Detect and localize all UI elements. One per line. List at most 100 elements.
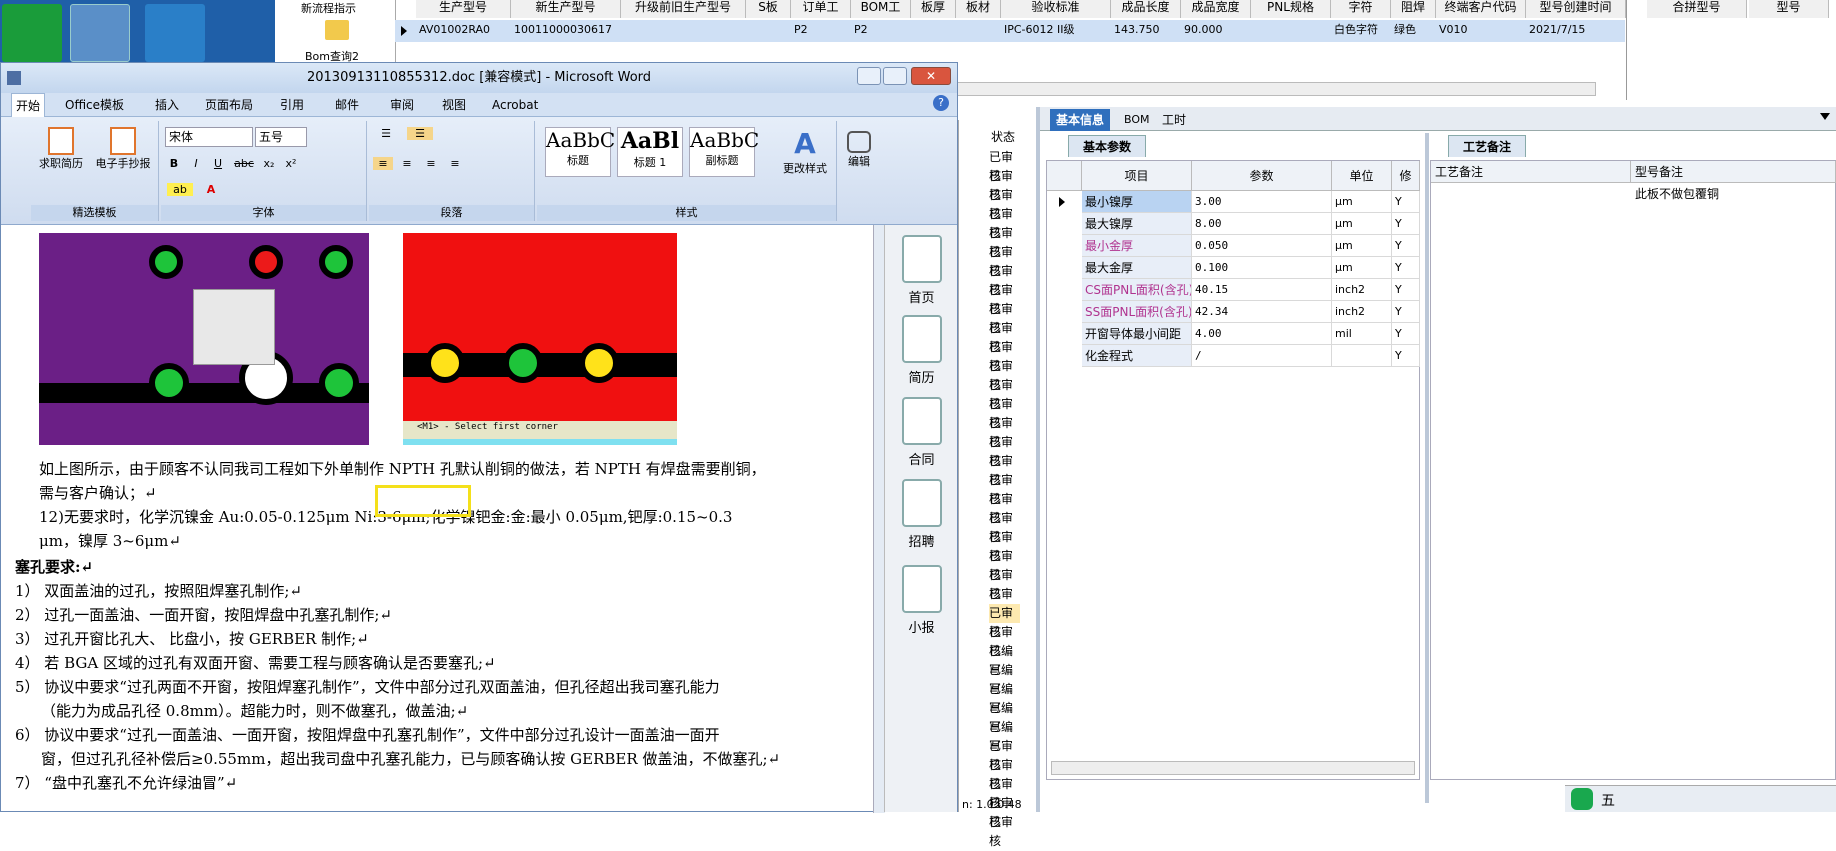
status-cell[interactable]: 已审核 bbox=[989, 756, 1020, 791]
side-nav-item[interactable]: 小报 bbox=[885, 565, 958, 636]
status-cell[interactable]: 已编写 bbox=[989, 699, 1020, 734]
param-item[interactable]: 最小金厚 bbox=[1082, 235, 1192, 257]
param-unit[interactable]: μm bbox=[1332, 257, 1392, 279]
grid-cell[interactable]: IPC-6012 II级 bbox=[1004, 20, 1110, 40]
edit-button[interactable]: 编辑 bbox=[841, 131, 877, 169]
status-cell[interactable]: 已审核 bbox=[989, 395, 1020, 430]
grid-header[interactable]: 成品长度 bbox=[1111, 0, 1181, 18]
grid-header[interactable]: 型号创建时间 bbox=[1526, 0, 1626, 18]
grid-header[interactable]: PNL规格 bbox=[1251, 0, 1331, 18]
doc-line[interactable]: 7） “盘中孔塞孔不允许绿油冒”↵ bbox=[15, 771, 237, 795]
align-left-icon[interactable]: ≡ bbox=[373, 157, 393, 170]
param-unit[interactable]: mil bbox=[1332, 323, 1392, 345]
param-item[interactable]: CS面PNL面积(含孔) bbox=[1082, 279, 1192, 301]
app-icon-disc[interactable] bbox=[70, 4, 130, 62]
grid-header[interactable]: 验收标准 bbox=[1001, 0, 1111, 18]
status-cell[interactable]: 已审核 bbox=[989, 148, 1020, 183]
wps-icon[interactable] bbox=[1571, 788, 1593, 810]
param-flag[interactable]: Y bbox=[1392, 279, 1420, 301]
app-icon-arrows[interactable] bbox=[145, 4, 205, 62]
tab-basic-params[interactable]: 基本参数 bbox=[1068, 135, 1147, 157]
grid-cell[interactable]: 90.000 bbox=[1184, 20, 1250, 40]
ribbon-tab[interactable]: 引用 bbox=[276, 93, 308, 117]
param-item[interactable]: 最大金厚 bbox=[1082, 257, 1192, 279]
status-cell[interactable]: 已审核 bbox=[989, 243, 1020, 278]
ribbon-tab[interactable]: 开始 bbox=[11, 93, 46, 117]
tab-work-hours[interactable]: 工时 bbox=[1156, 109, 1192, 131]
font-size-select[interactable]: 五号 bbox=[255, 127, 307, 147]
style-heading1[interactable]: AaBl 标题 1 bbox=[617, 127, 683, 177]
param-unit[interactable]: μm bbox=[1332, 235, 1392, 257]
grid-cell[interactable]: P2 bbox=[854, 20, 910, 40]
side-nav-item[interactable]: 招聘 bbox=[885, 479, 958, 550]
param-value[interactable]: 4.00 bbox=[1192, 323, 1332, 345]
italic-icon[interactable]: I bbox=[187, 157, 205, 170]
status-cell[interactable]: 已编写 bbox=[989, 680, 1020, 715]
param-value[interactable]: 42.34 bbox=[1192, 301, 1332, 323]
close-icon[interactable]: ✕ bbox=[911, 67, 951, 85]
grid-cell[interactable]: P2 bbox=[794, 20, 850, 40]
doc-line[interactable]: 1） 双面盖油的过孔，按照阻焊塞孔制作;↵ bbox=[15, 579, 302, 603]
status-cell[interactable]: 已审核 bbox=[989, 471, 1020, 506]
doc-line[interactable]: 3） 过孔开窗比孔大、 比盘小，按 GERBER 制作;↵ bbox=[15, 627, 369, 651]
panel-divider[interactable] bbox=[1425, 133, 1429, 803]
doc-line[interactable]: 塞孔要求:↵ bbox=[15, 555, 93, 579]
minimize-icon[interactable] bbox=[857, 67, 881, 85]
grid-cell[interactable]: V010 bbox=[1439, 20, 1525, 40]
grid-header[interactable]: S板 bbox=[746, 0, 791, 18]
status-cell[interactable]: 已审核 bbox=[989, 376, 1020, 411]
status-cell[interactable]: 已审核 bbox=[989, 262, 1020, 297]
param-flag[interactable]: Y bbox=[1392, 213, 1420, 235]
grid-cell[interactable] bbox=[959, 20, 1000, 40]
param-value[interactable]: 0.050 bbox=[1192, 235, 1332, 257]
justify-icon[interactable]: ≡ bbox=[445, 157, 465, 170]
tab-bom[interactable]: BOM bbox=[1118, 109, 1156, 131]
bullets-icon[interactable]: ☰ bbox=[373, 127, 399, 140]
ribbon-tab[interactable]: 审阅 bbox=[386, 93, 418, 117]
ribbon-tab[interactable]: 插入 bbox=[151, 93, 183, 117]
side-nav-item[interactable]: 首页 bbox=[885, 235, 958, 306]
status-cell[interactable]: 已审核 bbox=[989, 357, 1020, 392]
grid-cell[interactable] bbox=[914, 20, 955, 40]
param-value[interactable]: 8.00 bbox=[1192, 213, 1332, 235]
status-cell[interactable]: 已审核 bbox=[989, 452, 1020, 487]
grid-header[interactable]: 板厚 bbox=[911, 0, 956, 18]
status-cell[interactable]: 已审核 bbox=[989, 186, 1020, 221]
grid-header[interactable]: 成品宽度 bbox=[1181, 0, 1251, 18]
grid-cell[interactable]: 白色字符 bbox=[1334, 20, 1390, 40]
ribbon-tab[interactable]: Office模板 bbox=[61, 93, 128, 117]
numbering-icon[interactable]: ☰ bbox=[407, 127, 433, 140]
grid-cell[interactable]: 绿色 bbox=[1394, 20, 1435, 40]
grid-header[interactable]: 生产型号 bbox=[416, 0, 511, 18]
app-icon-green[interactable] bbox=[2, 4, 62, 62]
doc-line[interactable]: 窗，但过孔孔径补偿后≥0.55mm，超出我司盘中孔塞孔能力，已与顾客确认按 GE… bbox=[41, 747, 780, 771]
model-note-text[interactable]: 此板不做包覆铜 bbox=[1635, 185, 1719, 202]
param-flag[interactable]: Y bbox=[1392, 235, 1420, 257]
param-unit[interactable]: μm bbox=[1332, 213, 1392, 235]
style-subtitle[interactable]: AaBbC 副标题 bbox=[689, 127, 759, 177]
status-cell[interactable]: 已审核 bbox=[989, 547, 1020, 582]
doc-line[interactable]: 5） 协议中要求“过孔两面不开窗，按阻焊塞孔制作”，文件中部分过孔双面盖油，但孔… bbox=[15, 675, 720, 699]
doc-line[interactable]: μm，镍厚 3~6μm↵ bbox=[39, 529, 181, 553]
grid-cell[interactable] bbox=[624, 20, 745, 40]
bold-icon[interactable]: B bbox=[165, 157, 183, 170]
param-value[interactable]: / bbox=[1192, 345, 1332, 367]
doc-line[interactable]: 6） 协议中要求“过孔一面盖油、一面开窗，按阻焊盘中孔塞孔制作”，文件中部分过孔… bbox=[15, 723, 720, 747]
status-cell[interactable]: 已审核 bbox=[989, 813, 1020, 848]
align-center-icon[interactable]: ≡ bbox=[397, 157, 417, 170]
grid-cell[interactable] bbox=[749, 20, 790, 40]
strikethrough-icon[interactable]: abc bbox=[231, 157, 257, 170]
status-cell[interactable]: 已审核 bbox=[989, 604, 1020, 639]
side-nav-item[interactable]: 合同 bbox=[885, 397, 958, 468]
subscript-icon[interactable]: x₂ bbox=[259, 157, 279, 170]
change-styles-button[interactable]: A 更改样式 bbox=[777, 127, 833, 176]
status-cell[interactable]: 已审核 bbox=[989, 490, 1020, 525]
grid-header[interactable]: 订单工 bbox=[791, 0, 851, 18]
grid-header[interactable]: 板材 bbox=[956, 0, 1001, 18]
grid-header[interactable]: 字符 bbox=[1331, 0, 1391, 18]
param-item[interactable]: SS面PNL面积(含孔) bbox=[1082, 301, 1192, 323]
maximize-icon[interactable] bbox=[883, 67, 907, 85]
param-item[interactable]: 开窗导体最小间距 bbox=[1082, 323, 1192, 345]
status-cell[interactable]: 已审核 bbox=[989, 509, 1020, 544]
status-cell[interactable]: 已审核 bbox=[989, 433, 1020, 468]
